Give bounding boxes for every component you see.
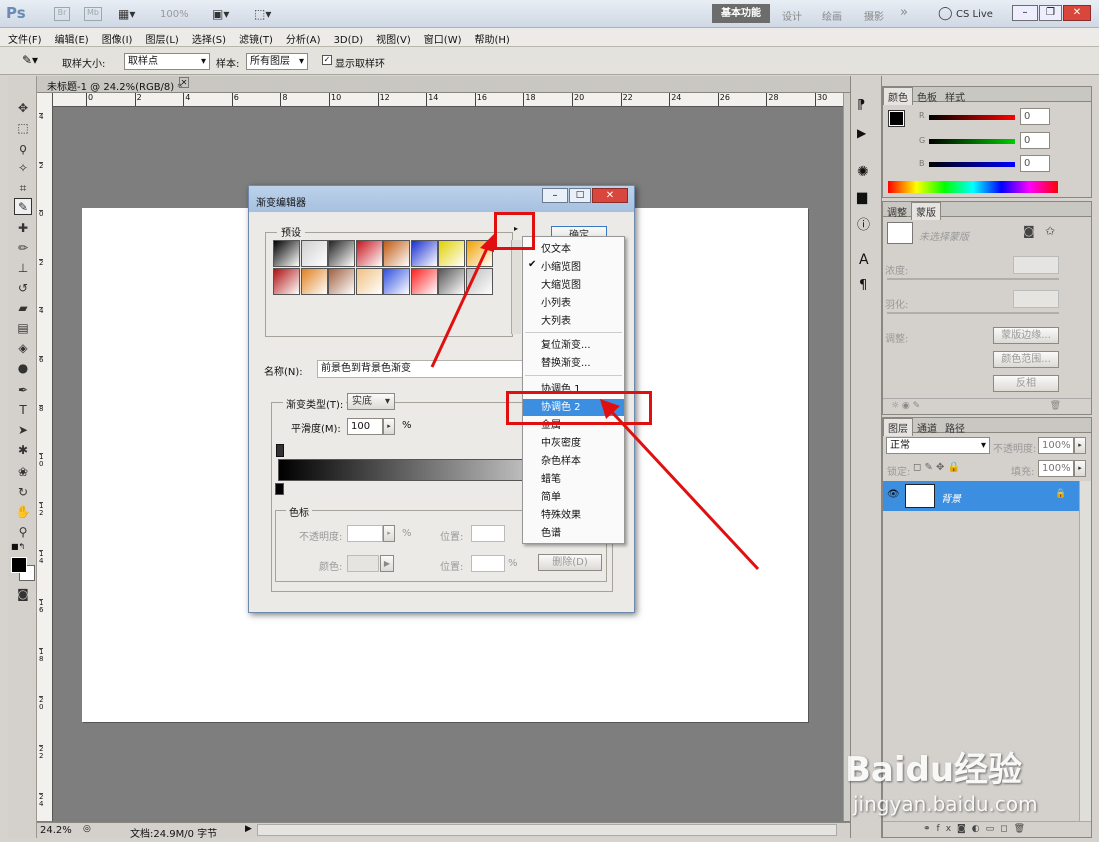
- annotation-arrow-2: [608, 408, 760, 571]
- arrow-head-1: [480, 234, 494, 252]
- watermark-url: jingyan.baidu.com: [853, 792, 1038, 816]
- foreground-color-swatch[interactable]: [11, 557, 27, 573]
- annotation-arrow-1: [430, 243, 491, 368]
- annotation-arrows: [430, 234, 760, 571]
- watermark-brand: Baidu经验: [845, 750, 1023, 790]
